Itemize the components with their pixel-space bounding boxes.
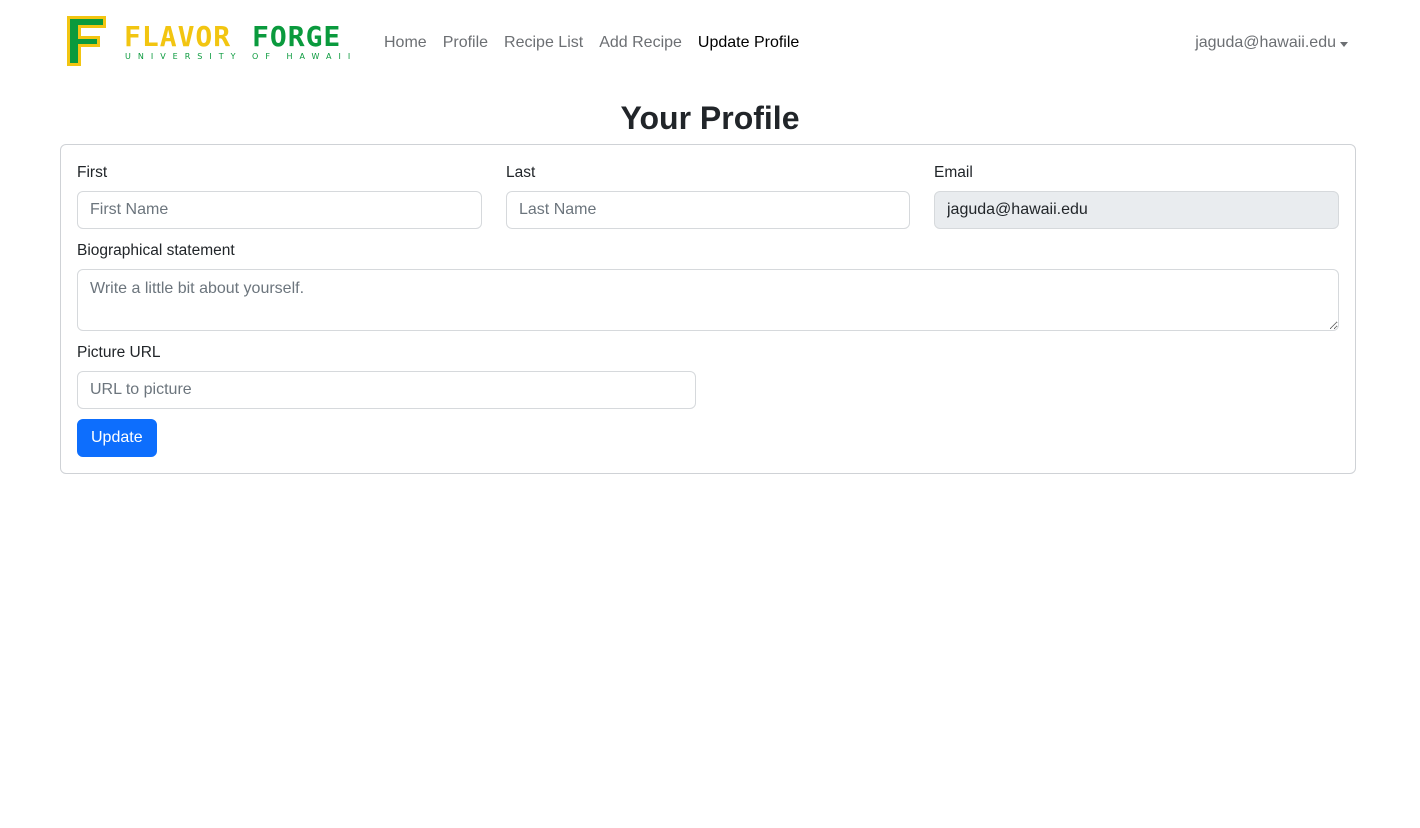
bio-textarea[interactable] (77, 269, 1339, 331)
bio-group: Biographical statement (77, 241, 1339, 331)
svg-text:FLAVOR: FLAVOR (124, 20, 231, 53)
picture-url-group: Picture URL (77, 343, 696, 409)
navbar: FLAVOR FORGE UNIVERSITY OF HAWAII Home P… (0, 0, 1420, 88)
brand-logo-link[interactable]: FLAVOR FORGE UNIVERSITY OF HAWAII (64, 14, 354, 68)
user-dropdown[interactable]: jaguda@hawaii.edu (1195, 33, 1348, 53)
last-name-input[interactable] (506, 191, 910, 229)
user-email-label: jaguda@hawaii.edu (1195, 34, 1336, 51)
email-group: Email (934, 163, 1339, 229)
first-name-label: First (77, 164, 108, 181)
last-name-group: Last (506, 163, 910, 229)
first-name-input[interactable] (77, 191, 482, 229)
nav-add-recipe[interactable]: Add Recipe (599, 33, 682, 53)
caret-down-icon (1340, 41, 1348, 47)
update-button[interactable]: Update (77, 419, 157, 457)
nav-links: Home Profile Recipe List Add Recipe Upda… (384, 33, 815, 53)
last-name-label: Last (506, 164, 536, 181)
picture-url-input[interactable] (77, 371, 696, 409)
flavor-forge-logo: FLAVOR FORGE UNIVERSITY OF HAWAII (67, 16, 354, 66)
email-label: Email (934, 164, 973, 181)
email-field (934, 191, 1339, 229)
svg-text:UNIVERSITY OF HAWAII: UNIVERSITY OF HAWAII (125, 52, 354, 61)
nav-profile[interactable]: Profile (443, 33, 488, 53)
picture-url-label: Picture URL (77, 344, 161, 361)
nav-home[interactable]: Home (384, 33, 427, 53)
svg-text:FORGE: FORGE (252, 20, 341, 53)
first-name-group: First (77, 163, 482, 229)
bio-label: Biographical statement (77, 242, 235, 259)
profile-form-card: First Last Email Biographical statement … (60, 144, 1356, 474)
nav-update-profile[interactable]: Update Profile (698, 33, 799, 53)
nav-recipe-list[interactable]: Recipe List (504, 33, 583, 53)
page-title: Your Profile (620, 100, 800, 136)
